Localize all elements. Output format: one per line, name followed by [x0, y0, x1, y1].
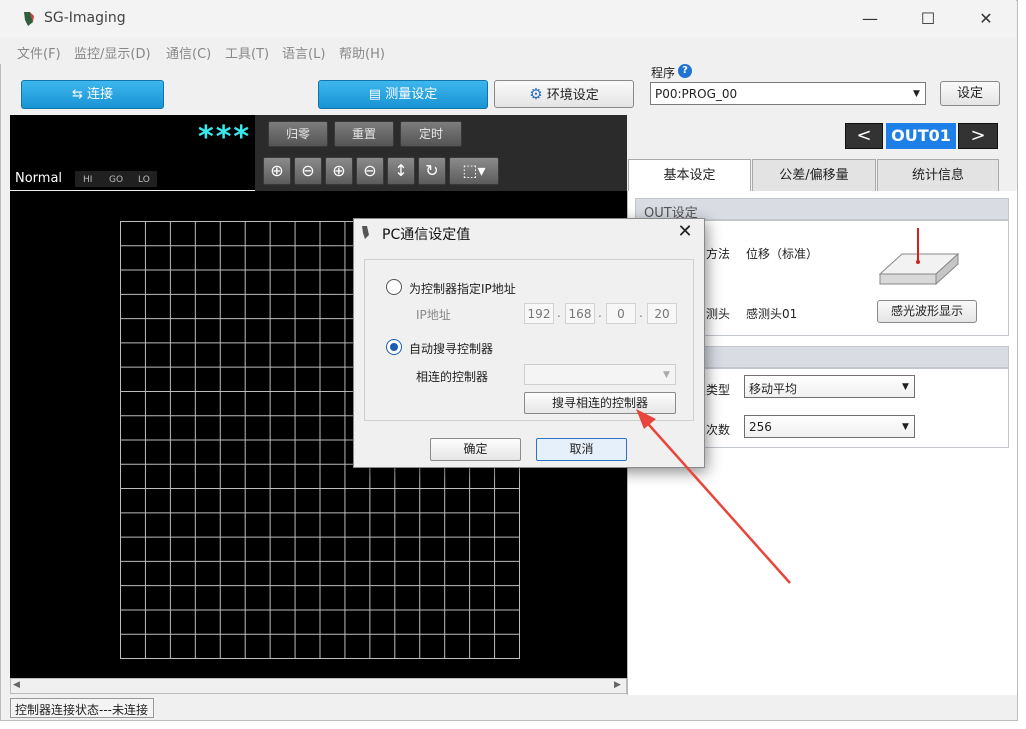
- menu-help[interactable]: 帮助(H): [339, 43, 385, 62]
- ip-octet-4: 20: [647, 303, 677, 324]
- radio-manual-ip-label: 为控制器指定IP地址: [409, 282, 516, 296]
- dropdown-arrow-icon: ▼: [902, 422, 909, 432]
- dropdown-arrow-icon: ▼: [913, 89, 920, 99]
- method-value: 位移（标准）: [746, 247, 819, 261]
- ip-octet-2: 168: [565, 303, 595, 324]
- output-label: OUT01: [886, 123, 956, 149]
- annotation-arrow-icon: [636, 409, 791, 584]
- minimize-button[interactable]: —: [847, 6, 893, 32]
- menu-bar: [0, 38, 1016, 64]
- ip-octet-1: 192: [524, 303, 554, 324]
- out-settings-header: OUT设定: [635, 198, 1009, 221]
- program-select[interactable]: P00:PROG_00 ▼: [650, 82, 926, 105]
- vertical-fit-icon[interactable]: ↕: [387, 157, 415, 185]
- program-label: 程序: [651, 66, 676, 80]
- dropdown-arrow-icon: ▼: [663, 370, 670, 380]
- menu-file[interactable]: 文件(F): [17, 43, 61, 62]
- measure-settings-button[interactable]: ▤ 测量设定: [318, 80, 488, 109]
- ip-separator: .: [639, 306, 643, 320]
- menu-language[interactable]: 语言(L): [282, 43, 325, 62]
- gear-icon: ⚙: [529, 85, 543, 103]
- swap-arrows-icon: ⇆: [71, 87, 83, 102]
- app-logo-icon: [24, 12, 34, 26]
- tab-statistics[interactable]: 统计信息: [877, 159, 999, 191]
- ip-address-label: IP地址: [416, 308, 451, 322]
- dropdown-arrow-icon: ▼: [902, 382, 909, 392]
- horizontal-scrollbar[interactable]: ◀ ▶: [10, 678, 627, 694]
- scroll-left-icon[interactable]: ◀: [13, 680, 20, 690]
- scroll-right-icon[interactable]: ▶: [614, 680, 621, 690]
- measurement-value: ***: [198, 120, 252, 155]
- connected-controller-label: 相连的控制器: [416, 370, 489, 384]
- connect-button[interactable]: ⇆ 连接: [21, 80, 164, 109]
- sensor-diagram-icon: [878, 228, 960, 286]
- filter-type-value: 移动平均: [749, 382, 798, 396]
- menu-monitor-display[interactable]: 监控/显示(D): [74, 43, 151, 62]
- cancel-button[interactable]: 取消: [536, 438, 627, 461]
- list-icon: ▤: [368, 87, 382, 102]
- measure-label: 测量设定: [385, 87, 438, 102]
- program-value: P00:PROG_00: [655, 87, 738, 101]
- ip-octet-3: 0: [606, 303, 636, 324]
- help-icon[interactable]: ?: [678, 64, 692, 78]
- radio-auto-search[interactable]: [386, 339, 402, 355]
- zoom-in-horizontal-icon[interactable]: ⊕: [325, 157, 353, 185]
- indicator-go: GO: [109, 175, 124, 185]
- indicator-hi: HI: [83, 175, 93, 185]
- ip-separator: .: [557, 306, 561, 320]
- zoom-out-icon[interactable]: ⊖: [294, 157, 322, 185]
- environment-label: 环境设定: [546, 88, 599, 103]
- close-button[interactable]: ✕: [963, 6, 1009, 32]
- menu-communication[interactable]: 通信(C): [166, 43, 211, 62]
- output-next-button[interactable]: >: [958, 123, 998, 149]
- dialog-title: PC通信设定值: [382, 227, 471, 243]
- radio-auto-search-label: 自动搜寻控制器: [409, 342, 494, 356]
- sensor-label: 测头: [706, 307, 731, 321]
- ok-button[interactable]: 确定: [430, 438, 521, 461]
- sensor-value: 感测头01: [746, 307, 798, 321]
- dialog-close-button[interactable]: ✕: [674, 221, 696, 243]
- program-set-button[interactable]: 设定: [940, 81, 1000, 106]
- timing-button[interactable]: 定时: [400, 121, 462, 147]
- zoom-out-horizontal-icon[interactable]: ⊖: [356, 157, 384, 185]
- dialog-app-icon: [362, 226, 369, 239]
- display-mode-label: Normal: [15, 171, 63, 186]
- radio-selected-dot: [390, 343, 398, 351]
- environment-settings-button[interactable]: ⚙ 环境设定: [494, 80, 634, 108]
- reset-button[interactable]: 重置: [334, 121, 394, 147]
- indicator-lo: LO: [138, 175, 150, 185]
- connect-label: 连接: [87, 87, 114, 102]
- connection-status: 控制器连接状态---未连接: [10, 698, 154, 718]
- method-label: 方法: [706, 247, 731, 261]
- menu-tools[interactable]: 工具(T): [225, 43, 269, 62]
- connected-controller-select[interactable]: ▼: [524, 364, 676, 385]
- waveform-display-button[interactable]: 感光波形显示: [877, 300, 977, 323]
- radio-manual-ip[interactable]: [386, 279, 402, 295]
- window-title: SG-Imaging: [44, 10, 126, 26]
- zoom-in-icon[interactable]: ⊕: [263, 157, 291, 185]
- selection-tool-icon[interactable]: ⬚▾: [449, 157, 499, 185]
- refresh-icon[interactable]: ↻: [418, 157, 446, 185]
- output-prev-button[interactable]: <: [845, 123, 883, 149]
- maximize-button[interactable]: ☐: [905, 6, 951, 32]
- zero-button[interactable]: 归零: [268, 121, 328, 147]
- ip-separator: .: [598, 306, 602, 320]
- tab-basic-settings[interactable]: 基本设定: [628, 159, 751, 191]
- tab-tolerance-offset[interactable]: 公差/偏移量: [752, 159, 876, 191]
